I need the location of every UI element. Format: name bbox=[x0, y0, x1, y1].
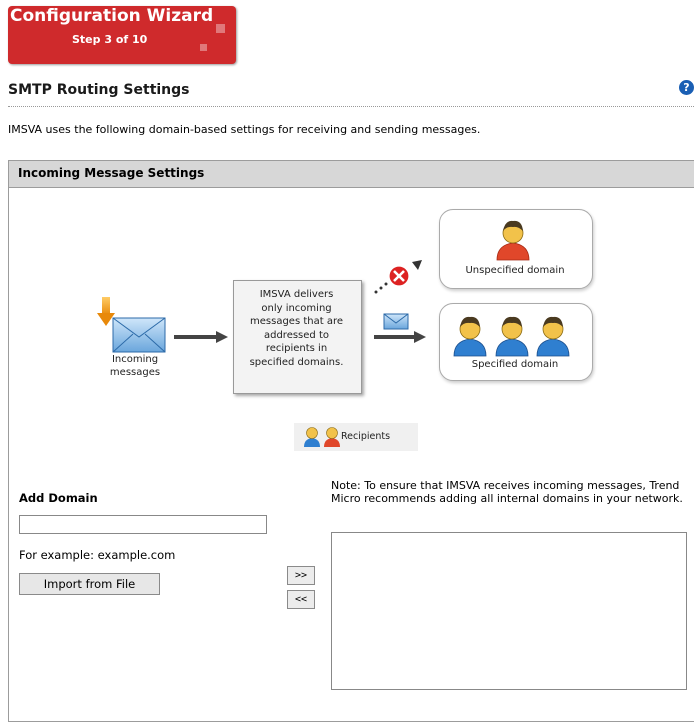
imsva-delivery-text: IMSVA delivers only incoming messages th… bbox=[249, 289, 344, 368]
import-from-file-button[interactable]: Import from File bbox=[19, 573, 160, 595]
incoming-messages-label: Incoming messages bbox=[109, 354, 161, 378]
domain-list-box[interactable] bbox=[331, 532, 687, 690]
domain-example-text: For example: example.com bbox=[19, 548, 176, 562]
arrow-to-specified-icon bbox=[374, 331, 426, 343]
remove-domain-button[interactable]: << bbox=[287, 590, 315, 609]
domain-input[interactable] bbox=[19, 515, 267, 534]
unspecified-domain-bubble bbox=[439, 209, 593, 289]
legend-label: Recipients bbox=[341, 431, 391, 442]
small-envelope-icon bbox=[383, 313, 409, 330]
specified-domain-label: Specified domain bbox=[471, 359, 559, 370]
incoming-mail-icon bbox=[97, 297, 166, 353]
add-domain-button[interactable]: >> bbox=[287, 566, 315, 585]
add-domain-label: Add Domain bbox=[19, 491, 98, 505]
blocked-delivery-icon bbox=[374, 260, 422, 294]
unspecified-domain-label: Unspecified domain bbox=[465, 265, 565, 276]
recommendation-note: Note: To ensure that IMSVA receives inco… bbox=[331, 479, 683, 505]
arrow-to-imsva-icon bbox=[174, 331, 228, 343]
